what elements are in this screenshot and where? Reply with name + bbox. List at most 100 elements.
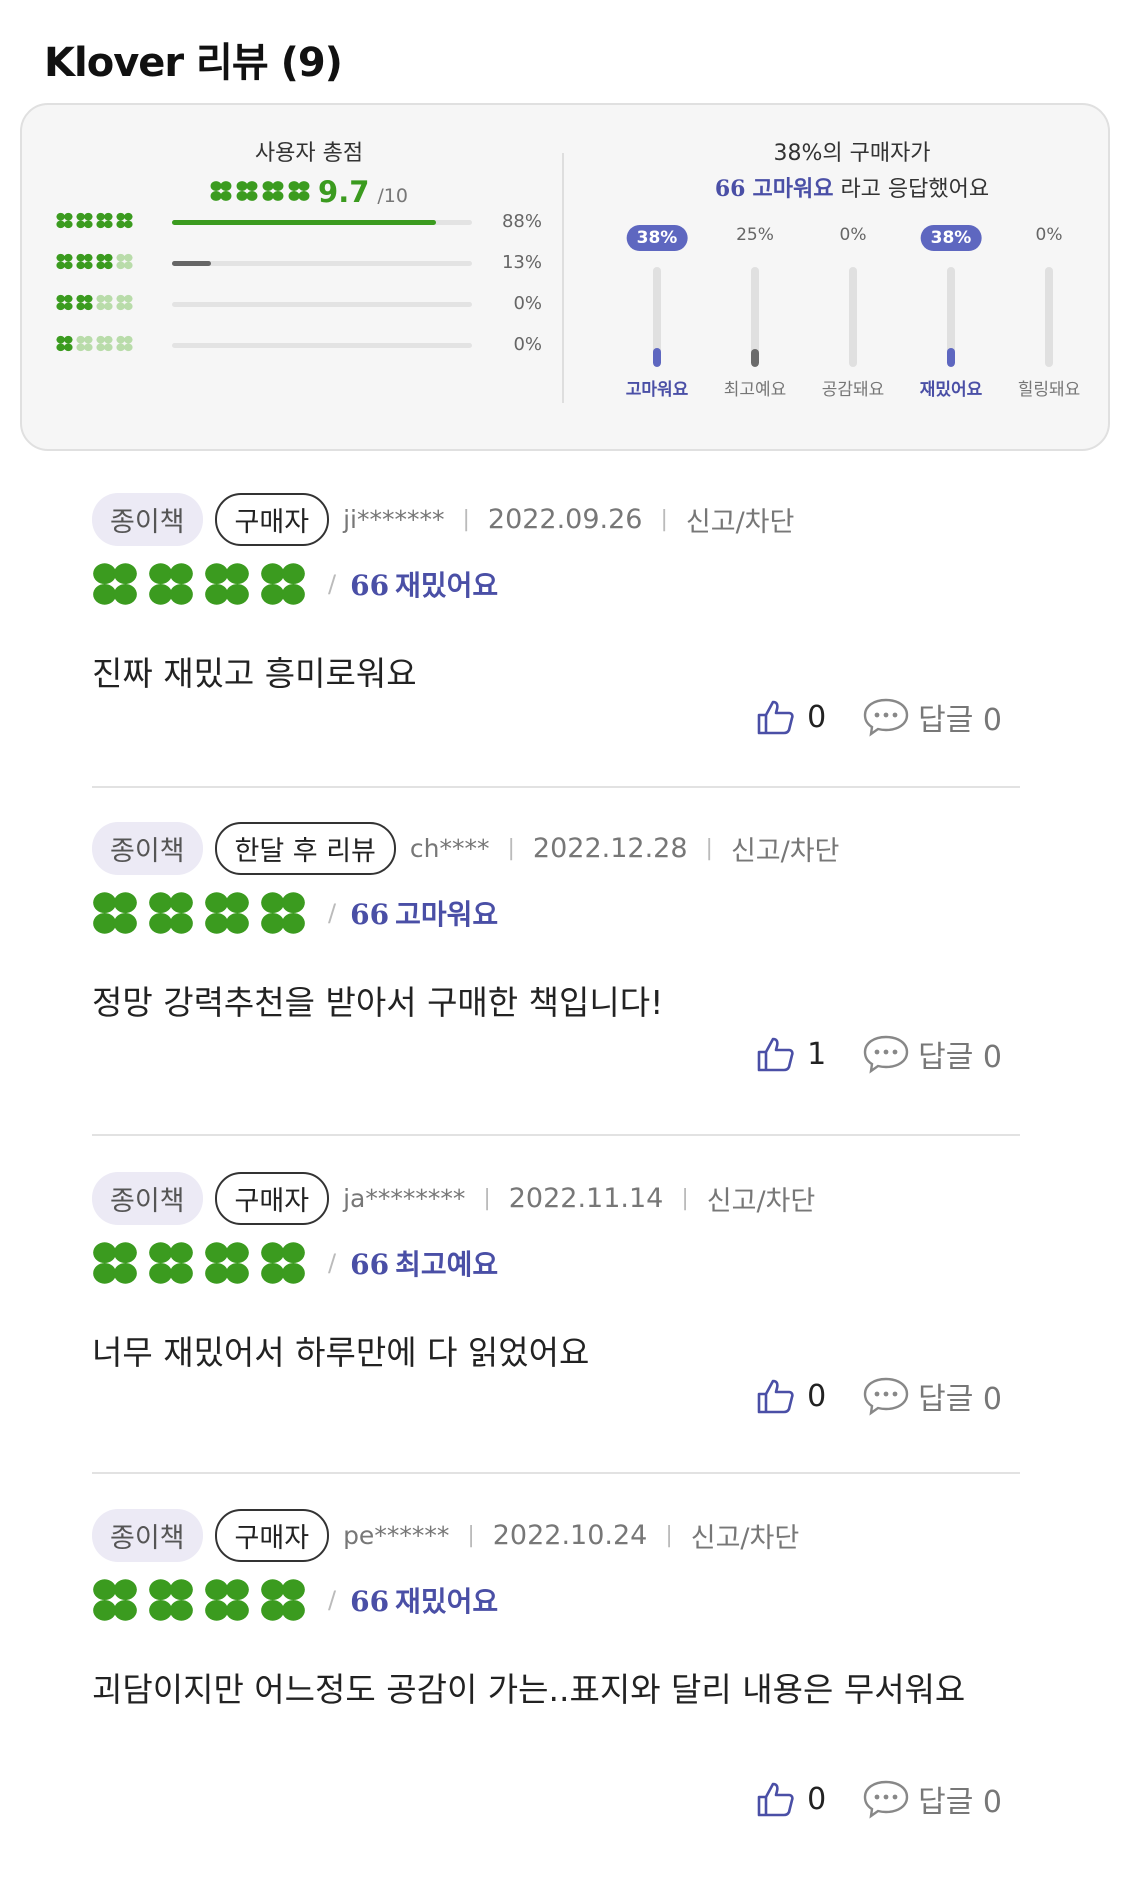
like-count: 0 bbox=[807, 1781, 827, 1817]
reviewer-type-tag: 구매자 bbox=[214, 492, 330, 546]
clover-icon bbox=[260, 890, 306, 936]
thumbs-up-icon bbox=[755, 697, 795, 737]
clover-icon bbox=[76, 335, 93, 352]
thumbs-up-icon bbox=[755, 1376, 795, 1416]
score-bar bbox=[172, 302, 472, 307]
review-actions: 1 답글 0 bbox=[755, 1032, 1002, 1076]
format-tag: 종이책 bbox=[92, 821, 203, 875]
reply-button[interactable]: 답글 0 bbox=[862, 695, 1002, 739]
score-bar bbox=[172, 343, 472, 348]
clover-icon bbox=[116, 212, 133, 229]
response-rest: 라고 응답했어요 bbox=[833, 177, 990, 202]
emotion-fill bbox=[751, 349, 759, 367]
review-item: 종이책 한달 후 리뷰 ch**** | 2022.12.28 | 신고/차단 / 66 고마워요… bbox=[92, 821, 1022, 1122]
rating-summary-panel: 사용자 총점 9.7 /10 88% 13% 0% 0% 38%의 구매자가 66 고… bbox=[20, 103, 1110, 451]
total-score-label: 사용자 총점 bbox=[254, 141, 364, 166]
review-clovers bbox=[92, 1577, 306, 1623]
quote-icon: 66 bbox=[350, 898, 390, 931]
clover-icon bbox=[204, 1240, 250, 1286]
clover-icon bbox=[92, 561, 138, 607]
row-clovers bbox=[56, 335, 133, 356]
emotion-track bbox=[751, 267, 759, 367]
score-pct: 88% bbox=[501, 211, 542, 232]
score-bar bbox=[172, 261, 472, 266]
report-block-link[interactable]: 신고/차단 bbox=[686, 500, 794, 539]
review-text: 괴담이지만 어느정도 공감이 가는..표지와 달리 내용은 무서워요 bbox=[92, 1670, 966, 1709]
like-count: 1 bbox=[807, 1036, 827, 1072]
clover-icon bbox=[204, 1577, 250, 1623]
reviewer-id: pe****** bbox=[343, 1520, 450, 1550]
review-date: 2022.11.14 bbox=[508, 1182, 664, 1214]
clover-icon bbox=[210, 180, 232, 202]
emotion-track bbox=[653, 267, 661, 367]
clover-icon bbox=[148, 1577, 194, 1623]
speech-bubble-icon bbox=[862, 697, 910, 737]
emotion-label: 고마워요 bbox=[625, 380, 689, 400]
quote-icon: 66 bbox=[350, 1248, 390, 1281]
meta-separator: | bbox=[660, 506, 668, 532]
clover-icon bbox=[116, 335, 133, 352]
review-meta: 종이책 구매자 pe****** | 2022.10.24 | 신고/차단 bbox=[92, 1508, 799, 1562]
clover-icon bbox=[56, 253, 73, 270]
emotion-label: 힐링돼요 bbox=[1017, 380, 1081, 400]
emotion-track bbox=[1045, 267, 1053, 367]
clover-icon bbox=[96, 335, 113, 352]
emotion-pct: 25% bbox=[736, 225, 774, 245]
like-button[interactable]: 1 bbox=[755, 1034, 826, 1074]
reply-button[interactable]: 답글 0 bbox=[862, 1032, 1002, 1076]
review-rating: / 66 최고예요 bbox=[92, 1240, 498, 1286]
like-count: 0 bbox=[807, 699, 827, 735]
summary-divider bbox=[562, 153, 564, 403]
review-emotion: 66 최고예요 bbox=[350, 1248, 499, 1281]
report-block-link[interactable]: 신고/차단 bbox=[731, 829, 839, 868]
review-date: 2022.09.26 bbox=[487, 503, 643, 535]
like-count: 0 bbox=[807, 1378, 827, 1414]
reply-button[interactable]: 답글 0 bbox=[862, 1777, 1002, 1821]
like-button[interactable]: 0 bbox=[755, 1376, 826, 1416]
quote-icon: 66 bbox=[714, 176, 746, 202]
reply-count: 답글 0 bbox=[918, 1382, 1002, 1417]
rating-separator: / bbox=[328, 899, 337, 927]
review-rating: / 66 재밌어요 bbox=[92, 561, 498, 607]
like-button[interactable]: 0 bbox=[755, 697, 826, 737]
emotion-column: 38% 고마워요 bbox=[607, 225, 707, 415]
emotion-pct: 38% bbox=[626, 225, 688, 251]
score-pct: 13% bbox=[501, 252, 542, 273]
response-summary-top: 38%의 구매자가 bbox=[773, 141, 931, 166]
review-divider bbox=[92, 1472, 1020, 1474]
report-block-link[interactable]: 신고/차단 bbox=[691, 1516, 799, 1555]
review-actions: 0 답글 0 bbox=[755, 695, 1002, 739]
reply-button[interactable]: 답글 0 bbox=[862, 1374, 1002, 1418]
review-clovers bbox=[92, 561, 306, 607]
review-emotion: 66 재밌어요 bbox=[350, 569, 499, 602]
clover-icon bbox=[116, 253, 133, 270]
like-button[interactable]: 0 bbox=[755, 1779, 826, 1819]
reviewer-id: ji******* bbox=[343, 504, 445, 534]
review-emotion: 66 재밌어요 bbox=[350, 1585, 499, 1618]
meta-separator: | bbox=[705, 835, 713, 861]
score-pct: 0% bbox=[513, 293, 542, 314]
emotion-label: 재밌어요 bbox=[919, 380, 983, 400]
response-highlight: 고마워요 bbox=[752, 177, 834, 202]
clover-icon bbox=[148, 890, 194, 936]
score-bar-fill bbox=[172, 220, 436, 225]
page-title: Klover 리뷰 (9) bbox=[44, 40, 343, 86]
reviewer-id: ja******** bbox=[343, 1183, 466, 1213]
format-tag: 종이책 bbox=[92, 1171, 203, 1225]
review-item: 종이책 구매자 pe****** | 2022.10.24 | 신고/차단 / 66 재밌어요 괴담… bbox=[92, 1508, 1022, 1849]
clover-icon bbox=[56, 212, 73, 229]
review-meta: 종이책 구매자 ja******** | 2022.11.14 | 신고/차단 bbox=[92, 1171, 815, 1225]
clover-icon bbox=[96, 212, 113, 229]
clover-icon bbox=[56, 335, 73, 352]
meta-separator: | bbox=[467, 1522, 475, 1548]
clover-icon bbox=[116, 294, 133, 311]
emotion-track bbox=[947, 267, 955, 367]
score-bar bbox=[172, 220, 472, 225]
emotion-pct: 0% bbox=[839, 225, 867, 245]
score-row-4 bbox=[56, 209, 133, 235]
clover-icon bbox=[148, 561, 194, 607]
review-clovers bbox=[92, 1240, 306, 1286]
row-clovers bbox=[56, 212, 133, 233]
meta-separator: | bbox=[665, 1522, 673, 1548]
report-block-link[interactable]: 신고/차단 bbox=[707, 1179, 815, 1218]
